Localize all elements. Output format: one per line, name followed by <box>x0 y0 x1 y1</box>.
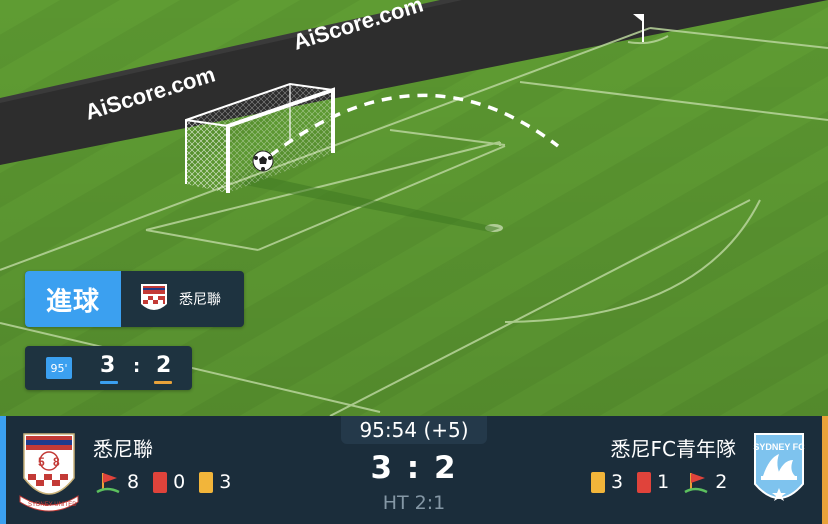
away-corners: 2 <box>715 471 728 493</box>
goal-label: 進球 <box>25 271 121 327</box>
red-card-icon <box>637 471 652 493</box>
svg-text:SYDNEY FC: SYDNEY FC <box>753 442 805 452</box>
away-underline <box>154 381 172 384</box>
goal-team-name: 悉尼聯 <box>179 292 221 308</box>
mini-score-card: 95' 3 : 2 <box>25 346 192 390</box>
mini-score-colon: : <box>133 356 141 377</box>
corner-flag-icon <box>684 473 708 494</box>
home-crest-small-icon <box>141 284 167 310</box>
goal-event-card: 進球 悉尼聯 <box>25 271 244 327</box>
goal-team: 悉尼聯 <box>121 271 244 327</box>
yellow-card-icon <box>591 471 605 493</box>
halftime-score: HT 2:1 <box>382 492 446 514</box>
ball-icon <box>252 150 274 172</box>
pitch-animation: AiScore.com AiScore.com 進球 悉尼聯 95' 3: 2 <box>0 0 828 416</box>
home-underline <box>100 381 118 384</box>
away-team-crest-icon: SYDNEY FC <box>753 433 805 501</box>
match-clock: 95:54 (+5) <box>341 416 487 444</box>
away-yellow-cards: 3 <box>611 471 624 493</box>
away-red-cards: 1 <box>657 471 670 493</box>
away-stats: 3 1 2 <box>591 470 741 494</box>
away-team-name: 悉尼FC青年隊 <box>610 437 736 461</box>
mini-home-score: 3 <box>100 353 116 378</box>
match-info-bar: 5 8 SYDNEY UNITED 悉尼聯 8 0 3 95:54 (+5) 3… <box>0 416 828 524</box>
mini-away-score: 2 <box>156 353 172 378</box>
minute-badge: 95' <box>46 357 72 379</box>
